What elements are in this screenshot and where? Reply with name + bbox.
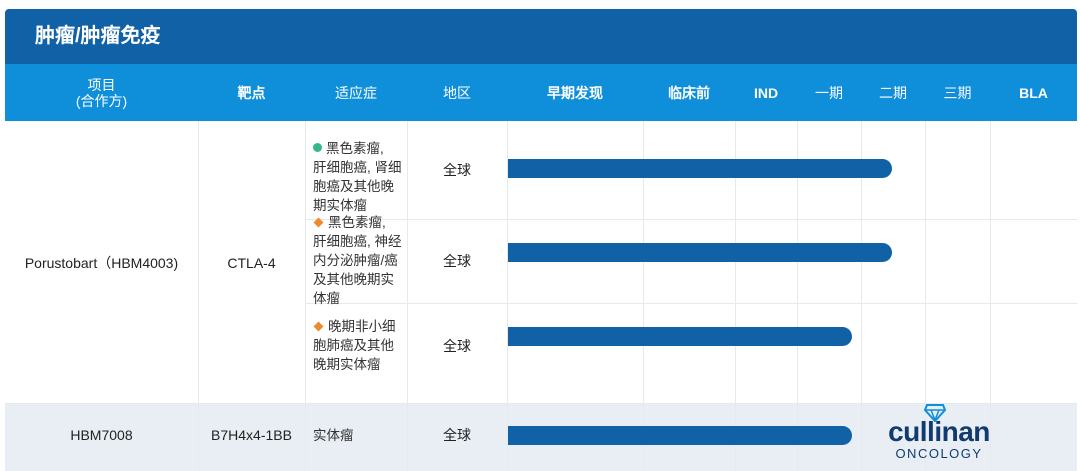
column-header-stage-preclinical: 临床前 — [668, 84, 710, 101]
region-text: 全球 — [443, 162, 471, 178]
indication-cell: 黑色素瘤, 肝细胞癌, 神经 内分泌肿瘤/癌 及其他晚期实 体瘤 — [313, 213, 405, 308]
orange-diamond-icon — [313, 217, 324, 228]
target-name: B7H4x4-1BB — [211, 427, 292, 443]
region-text: 全球 — [443, 253, 471, 269]
target-name: CTLA-4 — [227, 254, 276, 271]
indication-cell: 晚期非小细 胞肺癌及其他 晚期实体瘤 — [313, 317, 405, 374]
column-header-project-line1: 项目 — [87, 76, 116, 93]
table-row-2-target: B7H4x4-1BB — [198, 404, 305, 466]
region-cell: 全球 — [407, 404, 507, 466]
grid-line — [305, 121, 306, 471]
column-header-stage-ind: IND — [753, 84, 779, 101]
region-cell: 全球 — [407, 219, 507, 303]
indication-text: 黑色素瘤, 肝细胞癌, 神经 内分泌肿瘤/癌 及其他晚期实 体瘤 — [313, 215, 402, 306]
progress-bar — [508, 243, 892, 262]
column-header-stage-bla: BLA — [1019, 84, 1048, 101]
column-header-project-line2: (合作方) — [75, 92, 128, 109]
progress-bar — [508, 426, 852, 445]
region-text: 全球 — [443, 337, 471, 354]
project-name: Porustobart（HBM4003) — [24, 254, 179, 271]
table-row-2-project: HBM7008 — [5, 404, 198, 466]
column-header-stage-phase2: 二期 — [879, 84, 907, 101]
table-row-1-project: Porustobart（HBM4003) — [5, 121, 198, 404]
column-header-stage-discovery: 早期发现 — [547, 84, 603, 101]
region-cell: 全球 — [407, 303, 507, 388]
column-header-region: 地区 — [443, 84, 471, 101]
progress-bar — [508, 327, 852, 346]
cullinan-logo: cullinan ONCOLOGY — [872, 404, 1002, 466]
section-title: 肿瘤/肿瘤免疫 — [35, 25, 161, 47]
indication-text: 黑色素瘤, 肝细胞癌, 肾细 胞癌及其他晚 期实体瘤 — [313, 141, 402, 213]
region-cell: 全球 — [407, 121, 507, 219]
column-header-stage-phase1: 一期 — [815, 84, 843, 101]
indication-text: 晚期非小细 胞肺癌及其他 晚期实体瘤 — [313, 319, 396, 372]
progress-bar — [508, 159, 892, 178]
project-name: HBM7008 — [70, 427, 133, 443]
logo-subtitle: ONCOLOGY — [895, 446, 983, 461]
column-header-project: 项目 (合作方) — [5, 64, 198, 121]
pipeline-page: 肿瘤/肿瘤免疫 项目 (合作方) 靶点 适应症 地区 早期发现 临床前 IND … — [0, 0, 1080, 471]
region-text: 全球 — [443, 427, 471, 443]
logo-wordmark: cullinan — [888, 416, 990, 447]
indication-text: 实体瘤 — [313, 428, 354, 443]
table-row-1-target: CTLA-4 — [198, 121, 305, 404]
section-header: 肿瘤/肿瘤免疫 — [5, 9, 1077, 64]
column-header-stage-phase3: 三期 — [943, 84, 972, 101]
indication-cell: 黑色素瘤, 肝细胞癌, 肾细 胞癌及其他晚 期实体瘤 — [313, 139, 405, 215]
column-header-target: 靶点 — [237, 84, 266, 101]
orange-diamond-icon — [313, 321, 324, 332]
green-dot-icon — [313, 143, 322, 152]
indication-cell: 实体瘤 — [313, 426, 405, 445]
column-header-indication: 适应症 — [335, 84, 377, 101]
table-header-row: 项目 (合作方) 靶点 适应症 地区 早期发现 临床前 IND 一期 二期 三期… — [5, 64, 1077, 121]
